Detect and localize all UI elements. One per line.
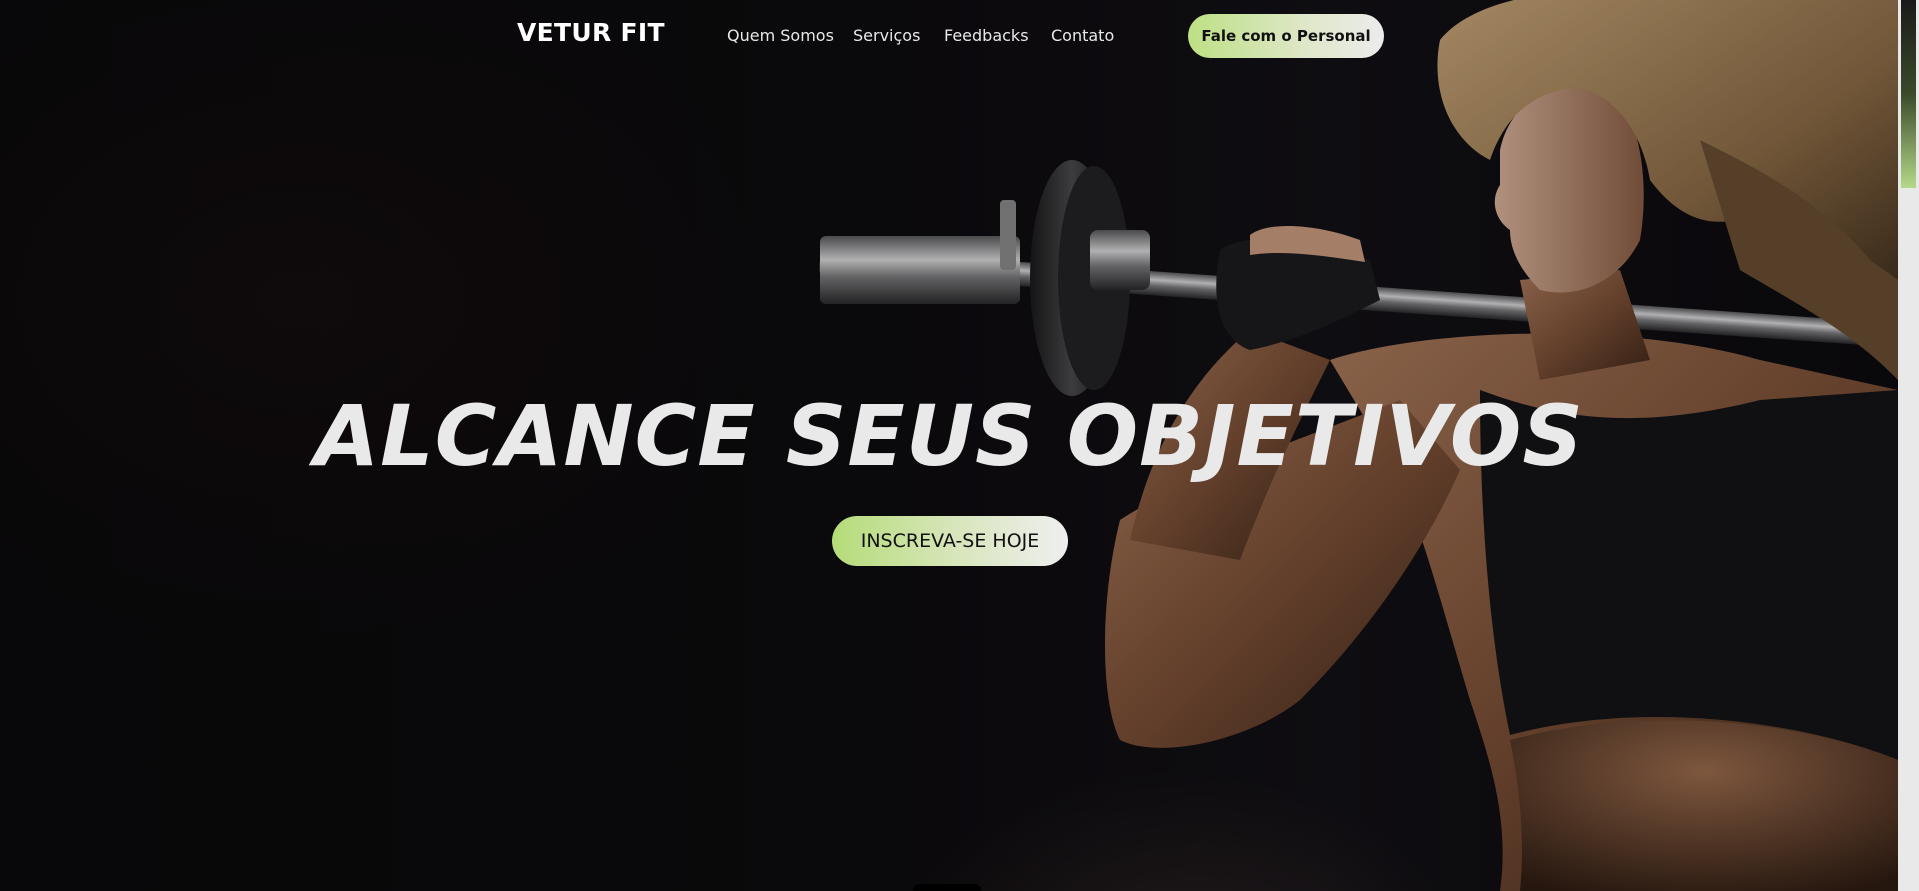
nav-link-servicos[interactable]: Serviços [853,26,920,45]
site-header: VETUR FIT Quem Somos Serviços Feedbacks … [0,0,1898,72]
nav-link-contato[interactable]: Contato [1051,26,1114,45]
nav-link-feedbacks[interactable]: Feedbacks [944,26,1029,45]
hero-title: ALCANCE SEUS OBJETIVOS [314,387,1584,485]
nav-link-quem-somos[interactable]: Quem Somos [727,26,834,45]
site-logo[interactable]: VETUR FIT [517,18,665,47]
hero-section: VETUR FIT Quem Somos Serviços Feedbacks … [0,0,1898,891]
talk-to-personal-button[interactable]: Fale com o Personal [1188,14,1384,58]
scrollbar-thumb[interactable] [1901,0,1916,188]
subscribe-button[interactable]: INSCREVA-SE HOJE [832,516,1068,566]
page-scrollbar[interactable] [1898,0,1919,891]
scroll-down-tab[interactable] [913,884,981,891]
